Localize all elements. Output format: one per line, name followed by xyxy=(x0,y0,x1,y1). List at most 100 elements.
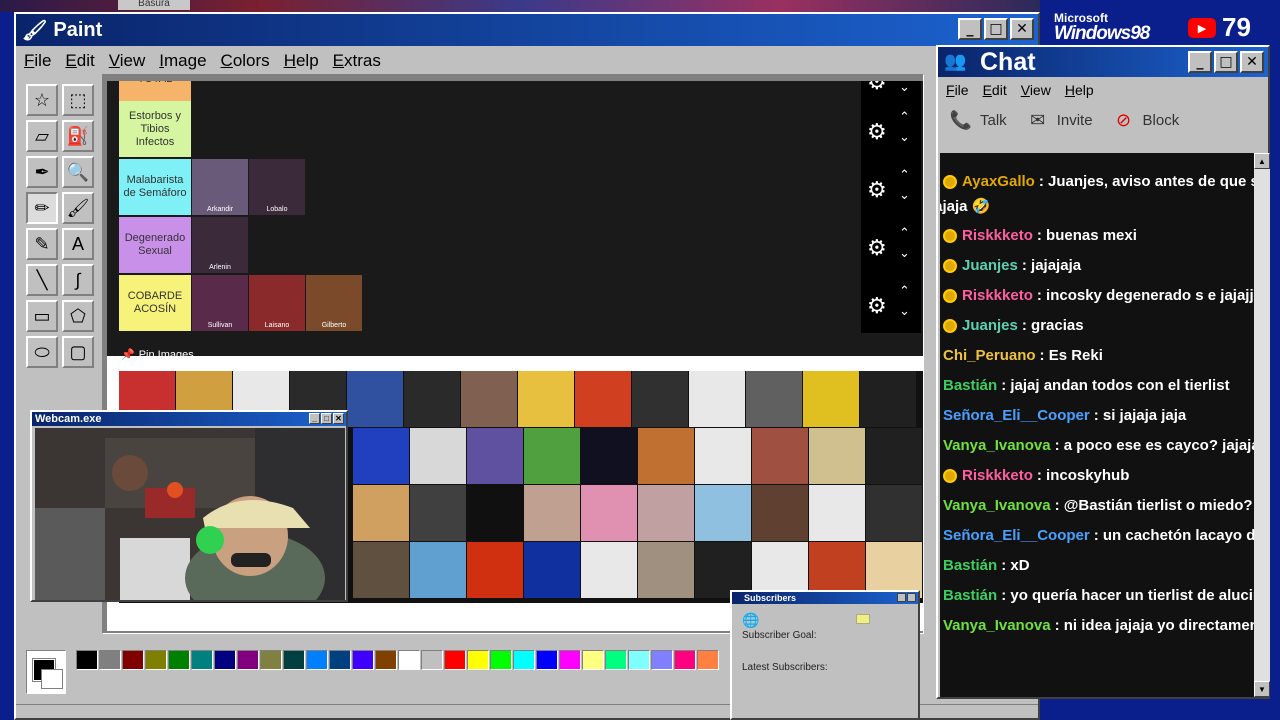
pick-color-tool-icon[interactable]: ✒ xyxy=(26,156,58,188)
gear-icon[interactable]: ⚙ xyxy=(867,81,887,95)
rect-select-tool-icon[interactable]: ⬚ xyxy=(62,84,94,116)
free-select-tool-icon[interactable]: ☆ xyxy=(26,84,58,116)
pool-image-thumbnail[interactable] xyxy=(518,371,574,427)
tier-item-thumbnail[interactable]: Laisano xyxy=(249,275,305,331)
chat-menu-view[interactable]: View xyxy=(1021,82,1051,98)
move-up-icon[interactable]: ⌃ xyxy=(899,167,910,183)
gear-icon[interactable]: ⚙ xyxy=(867,119,887,145)
color-swatch[interactable] xyxy=(559,650,581,670)
pool-image-thumbnail[interactable] xyxy=(353,542,409,598)
chat-scrollbar[interactable]: ▲ ▼ xyxy=(1254,153,1270,697)
color-swatch[interactable] xyxy=(237,650,259,670)
pool-image-thumbnail[interactable] xyxy=(524,542,580,598)
color-swatch[interactable] xyxy=(214,650,236,670)
pool-image-thumbnail[interactable] xyxy=(695,485,751,541)
pencil-tool-icon[interactable]: ✏ xyxy=(26,192,58,224)
chat-username[interactable]: Juanjes xyxy=(962,257,1018,274)
pool-image-thumbnail[interactable] xyxy=(689,371,745,427)
pool-image-thumbnail[interactable] xyxy=(404,371,460,427)
maximize-button[interactable]: □ xyxy=(984,18,1008,40)
chat-username[interactable]: Bastián xyxy=(943,587,997,604)
pool-image-thumbnail[interactable] xyxy=(410,542,466,598)
color-swatch[interactable] xyxy=(605,650,627,670)
pool-image-thumbnail[interactable] xyxy=(467,485,523,541)
rounded-rect-tool-icon[interactable]: ▢ xyxy=(62,336,94,368)
pool-image-thumbnail[interactable] xyxy=(632,371,688,427)
chat-username[interactable]: Vanya_Ivanova xyxy=(943,617,1051,634)
pool-image-thumbnail[interactable] xyxy=(461,371,517,427)
webcam-minimize-button[interactable]: _ xyxy=(309,413,320,424)
color-swatch[interactable] xyxy=(352,650,374,670)
pool-image-thumbnail[interactable] xyxy=(467,542,523,598)
color-swatch[interactable] xyxy=(76,650,98,670)
pool-image-thumbnail[interactable] xyxy=(524,428,580,484)
tier-item-thumbnail[interactable]: Gilberto xyxy=(306,275,362,331)
pool-image-thumbnail[interactable] xyxy=(638,428,694,484)
text-tool-icon[interactable]: A xyxy=(62,228,94,260)
color-swatch[interactable] xyxy=(490,650,512,670)
gear-icon[interactable]: ⚙ xyxy=(867,293,887,319)
menu-colors[interactable]: Colors xyxy=(221,51,270,71)
pool-image-thumbnail[interactable] xyxy=(353,428,409,484)
curve-tool-icon[interactable]: ∫ xyxy=(62,264,94,296)
webcam-close-button[interactable]: ✕ xyxy=(333,413,344,424)
pool-image-thumbnail[interactable] xyxy=(347,371,403,427)
brush-tool-icon[interactable]: 🖌 xyxy=(62,192,94,224)
color-swatch[interactable] xyxy=(375,650,397,670)
pool-image-thumbnail[interactable] xyxy=(752,428,808,484)
chat-close-button[interactable]: ✕ xyxy=(1240,51,1264,73)
chat-maximize-button[interactable]: □ xyxy=(1214,51,1238,73)
chat-menu-help[interactable]: Help xyxy=(1065,82,1094,98)
paint-title-bar[interactable]: 🖌 Paint _ □ ✕ xyxy=(16,14,1038,46)
menu-help[interactable]: Help xyxy=(284,51,319,71)
pool-image-thumbnail[interactable] xyxy=(353,485,409,541)
menu-edit[interactable]: Edit xyxy=(65,51,94,71)
chat-username[interactable]: Riskkketo xyxy=(962,287,1033,304)
move-down-icon[interactable]: ⌄ xyxy=(899,245,910,261)
menu-view[interactable]: View xyxy=(109,51,146,71)
block-button[interactable]: ⊘ Block xyxy=(1111,107,1179,133)
tier-item-thumbnail[interactable]: Arkandir xyxy=(192,159,248,215)
pool-image-thumbnail[interactable] xyxy=(581,542,637,598)
chat-title-bar[interactable]: 👥 Chat _ □ ✕ xyxy=(938,47,1268,77)
color-swatch[interactable] xyxy=(306,650,328,670)
move-down-icon[interactable]: ⌄ xyxy=(899,303,910,319)
chat-menu-edit[interactable]: Edit xyxy=(983,82,1007,98)
pool-image-thumbnail[interactable] xyxy=(575,371,631,427)
chat-username[interactable]: Bastián xyxy=(943,557,997,574)
subscribers-title-bar[interactable]: Subscribers xyxy=(732,592,918,604)
color-swatch[interactable] xyxy=(191,650,213,670)
scroll-down-button[interactable]: ▼ xyxy=(1254,681,1270,697)
pool-image-thumbnail[interactable] xyxy=(638,485,694,541)
pool-image-thumbnail[interactable] xyxy=(467,428,523,484)
webcam-maximize-button[interactable]: □ xyxy=(321,413,332,424)
pool-image-thumbnail[interactable] xyxy=(581,485,637,541)
chat-username[interactable]: Juanjes xyxy=(962,317,1018,334)
color-swatch[interactable] xyxy=(260,650,282,670)
pool-image-thumbnail[interactable] xyxy=(638,542,694,598)
pool-image-thumbnail[interactable] xyxy=(803,371,859,427)
color-swatch[interactable] xyxy=(467,650,489,670)
pool-image-thumbnail[interactable] xyxy=(809,428,865,484)
color-swatch[interactable] xyxy=(145,650,167,670)
pool-image-thumbnail[interactable] xyxy=(746,371,802,427)
chat-minimize-button[interactable]: _ xyxy=(1188,51,1212,73)
chat-username[interactable]: Vanya_Ivanova xyxy=(943,437,1051,454)
pool-image-thumbnail[interactable] xyxy=(524,485,580,541)
color-swatch[interactable] xyxy=(444,650,466,670)
subs-maximize-button[interactable] xyxy=(897,593,906,602)
color-swatch[interactable] xyxy=(697,650,719,670)
color-swatch[interactable] xyxy=(122,650,144,670)
pool-image-thumbnail[interactable] xyxy=(809,485,865,541)
tier-label[interactable]: Estorbos y Tibios Infectos xyxy=(119,101,191,157)
invite-button[interactable]: ✉ Invite xyxy=(1025,107,1092,133)
chat-username[interactable]: Riskkketo xyxy=(962,227,1033,244)
chat-username[interactable]: Chi_Peruano xyxy=(943,347,1036,364)
chat-username[interactable]: AyaxGallo xyxy=(962,173,1035,190)
pool-image-thumbnail[interactable] xyxy=(866,485,922,541)
fill-tool-icon[interactable]: ⛽ xyxy=(62,120,94,152)
move-down-icon[interactable]: ⌄ xyxy=(899,129,910,145)
move-down-icon[interactable]: ⌄ xyxy=(899,187,910,203)
tier-item-thumbnail[interactable]: Arlenin xyxy=(192,217,248,273)
line-tool-icon[interactable]: ╲ xyxy=(26,264,58,296)
